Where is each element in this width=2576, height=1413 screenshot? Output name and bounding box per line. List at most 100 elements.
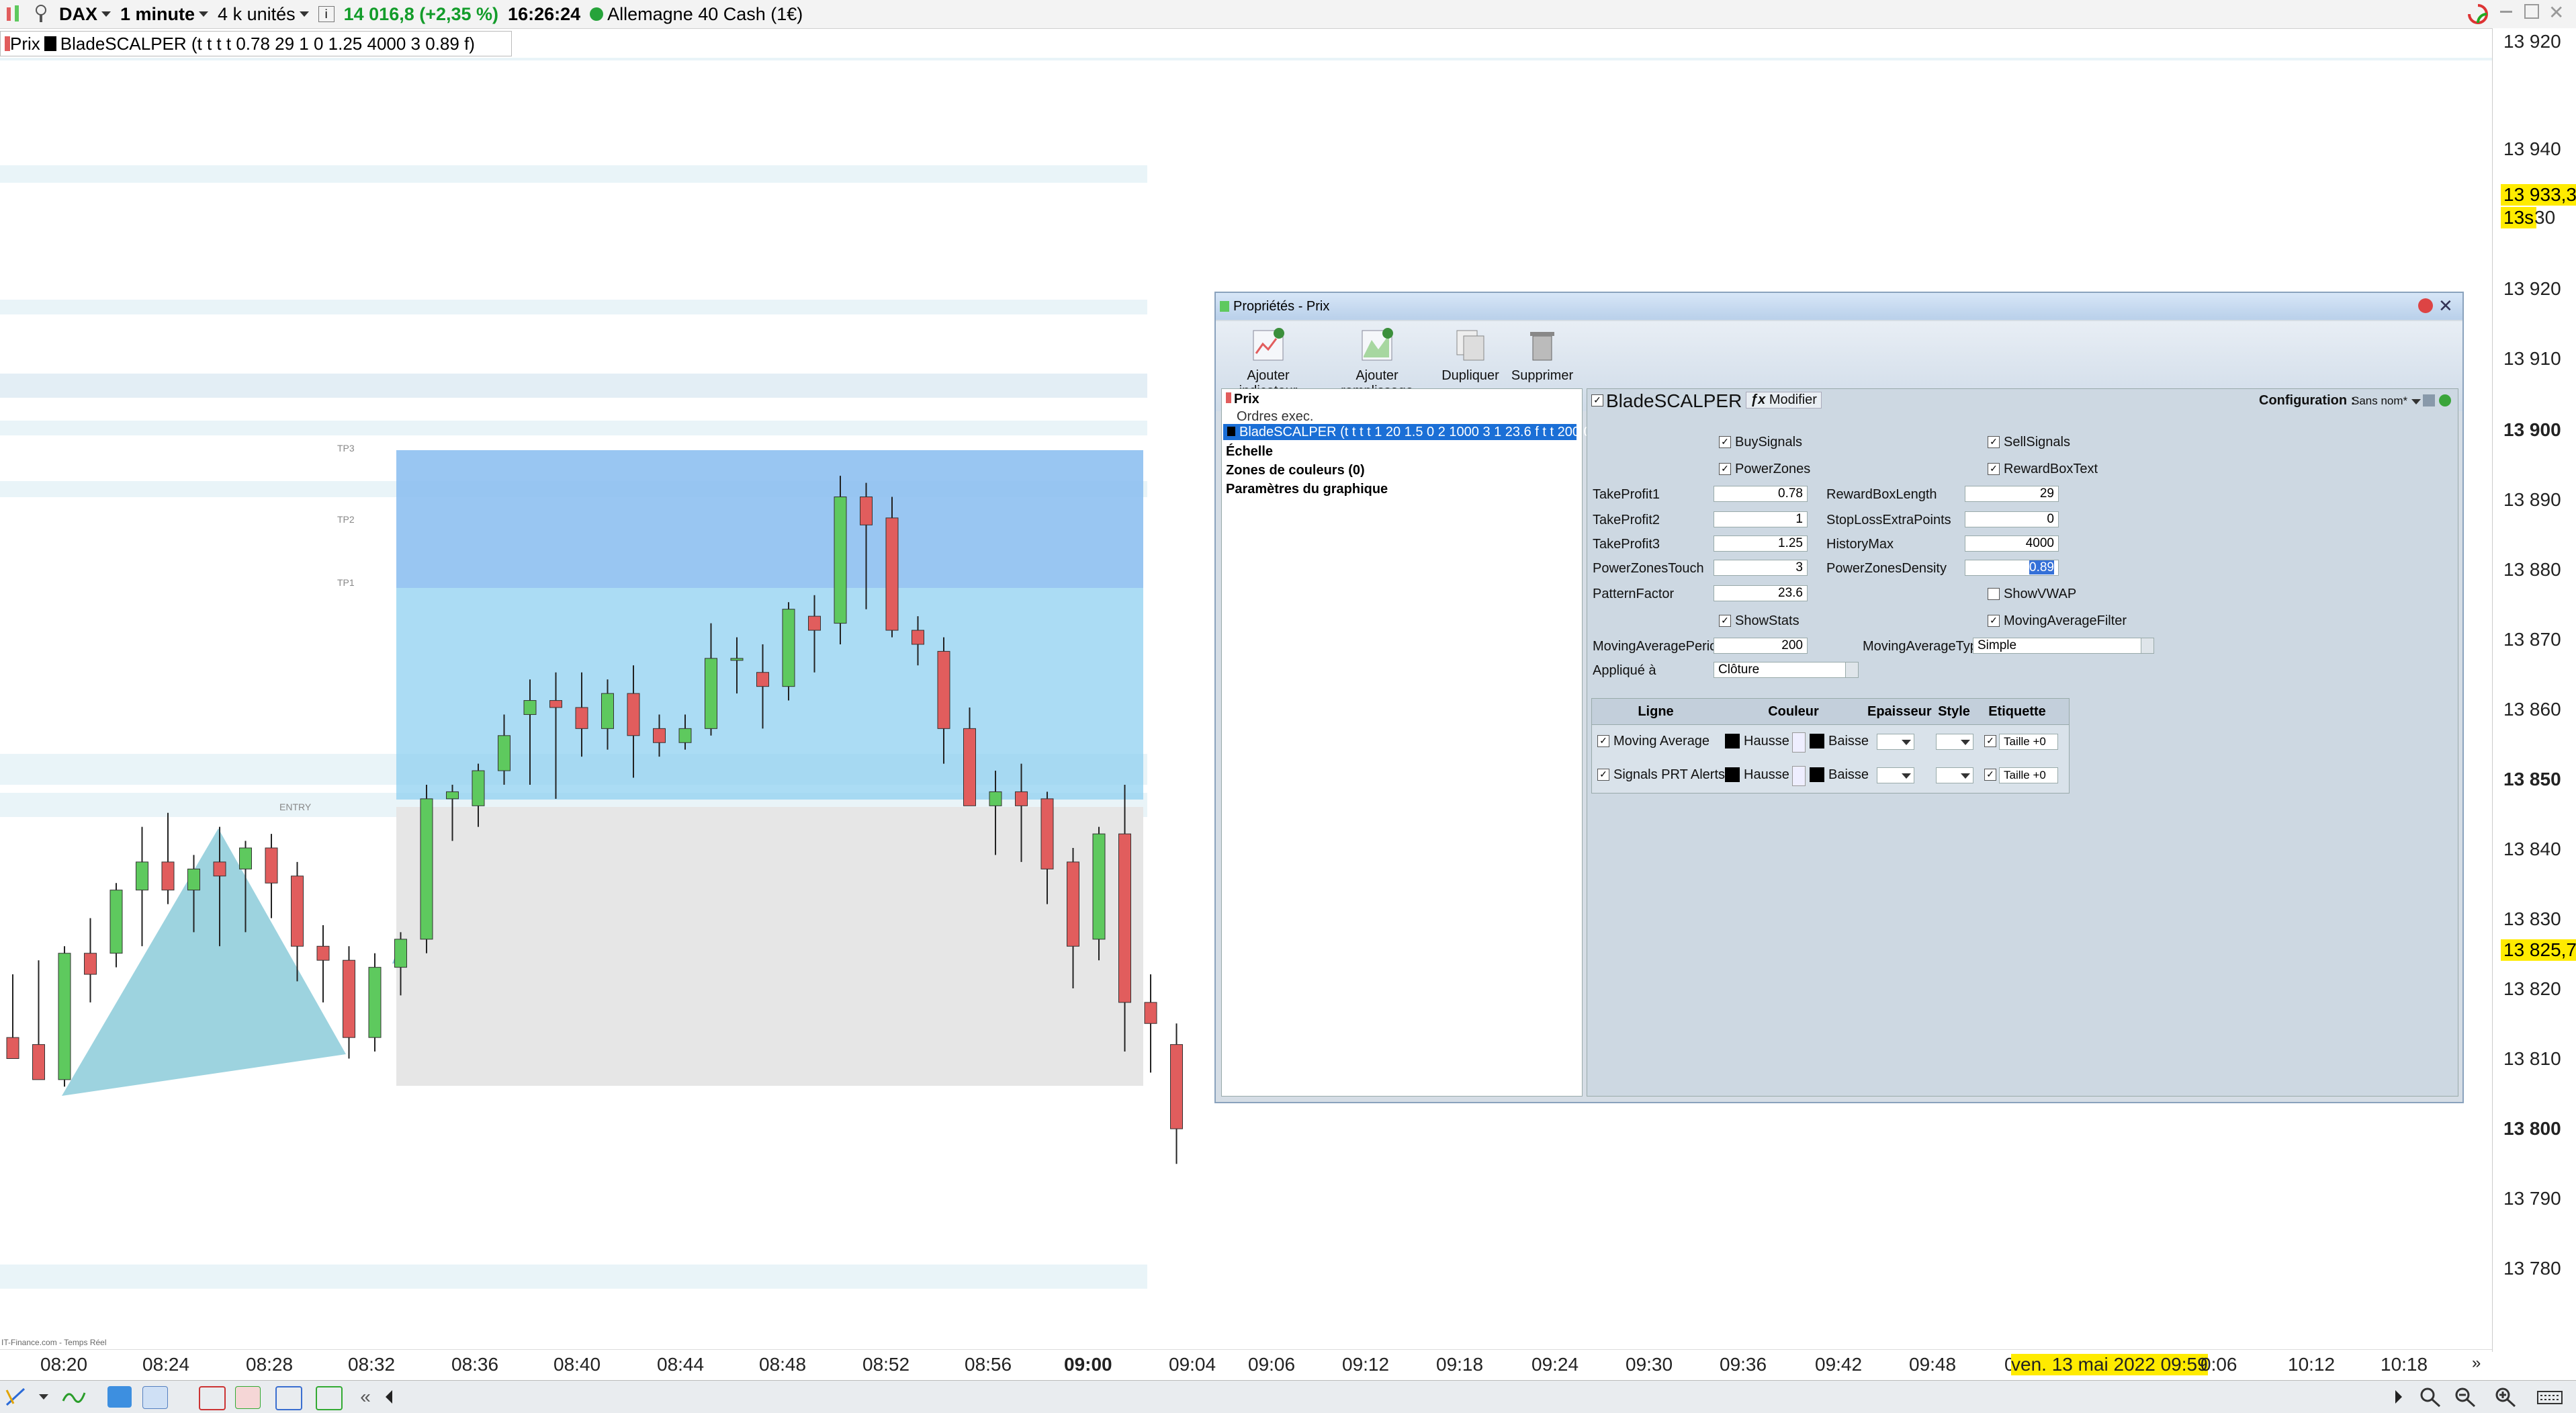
history-max-input[interactable]: 4000 bbox=[1965, 536, 2059, 552]
style-select[interactable] bbox=[1936, 734, 1973, 750]
minimize-icon[interactable] bbox=[2500, 11, 2512, 13]
bearish-candle bbox=[860, 497, 873, 525]
current-price-tag: 13 825,7 bbox=[2501, 939, 2576, 961]
tree-item-chart-params[interactable]: Paramètres du graphique bbox=[1226, 482, 1388, 497]
sell-signals-checkbox[interactable]: ✓ bbox=[1988, 436, 2000, 448]
price-tick: 13 940 bbox=[2503, 138, 2561, 159]
zoom-fit-icon[interactable] bbox=[2418, 1386, 2442, 1408]
style-select[interactable] bbox=[1936, 767, 1973, 783]
time-label: 08:20 bbox=[40, 1354, 88, 1375]
close-icon[interactable]: ✕ bbox=[2548, 1, 2564, 24]
ma-filter-checkbox[interactable]: ✓ bbox=[1988, 615, 2000, 627]
tree-item-orders[interactable]: Ordres exec. bbox=[1237, 409, 1313, 425]
dialog-titlebar[interactable]: Propriétés - Prix ✕ bbox=[1216, 293, 2462, 320]
down-label: Baisse bbox=[1828, 734, 1869, 748]
duplicate-button[interactable]: Dupliquer bbox=[1440, 327, 1501, 384]
bearish-candle bbox=[1144, 1002, 1157, 1024]
buy-signals-checkbox[interactable]: ✓ bbox=[1719, 436, 1731, 448]
save-config-icon[interactable] bbox=[2423, 394, 2435, 406]
price-axis[interactable]: 13 920 13 940 13 933,3 13s 30 13 920 13 … bbox=[2492, 28, 2576, 1352]
tree-item-scale[interactable]: Échelle bbox=[1226, 444, 1273, 460]
chart-type-icon[interactable] bbox=[4, 3, 23, 25]
share-icon[interactable] bbox=[107, 1386, 132, 1408]
time-label: 09:30 bbox=[1626, 1354, 1673, 1375]
properties-dialog[interactable]: Propriétés - Prix ✕ Ajouter indicateur A… bbox=[1214, 292, 2464, 1103]
units-selector[interactable]: 4 k unités bbox=[218, 4, 309, 25]
stop-loss-extra-input[interactable]: 0 bbox=[1965, 511, 2059, 527]
timeframe-selector[interactable]: 1 minute bbox=[120, 4, 209, 25]
pattern-factor-input[interactable]: 23.6 bbox=[1714, 585, 1808, 601]
ma-type-select[interactable]: Simple bbox=[1973, 638, 2154, 654]
draw-line-icon[interactable] bbox=[4, 1386, 28, 1408]
power-zones-density-input[interactable]: 0.89 bbox=[1965, 560, 2059, 576]
tree-item-color-zones[interactable]: Zones de couleurs (0) bbox=[1226, 463, 1365, 478]
down-color-swatch[interactable] bbox=[1810, 734, 1824, 748]
alert-icon[interactable] bbox=[32, 3, 50, 25]
refresh-icon[interactable] bbox=[2467, 3, 2489, 30]
zoom-in-icon[interactable] bbox=[2493, 1386, 2518, 1408]
tree-item-prix[interactable]: Prix bbox=[1226, 392, 1259, 407]
take-profit2-input[interactable]: 1 bbox=[1714, 511, 1808, 527]
scroll-right-arrow-icon[interactable] bbox=[2391, 1386, 2415, 1408]
comment-icon[interactable] bbox=[142, 1386, 168, 1409]
reward-box-length-input[interactable]: 29 bbox=[1965, 486, 2059, 502]
instrument-selector[interactable]: DAX bbox=[59, 4, 112, 25]
prix-label[interactable]: Prix bbox=[10, 34, 40, 54]
price-tick: 13 850 bbox=[2503, 769, 2561, 789]
row-enabled-checkbox[interactable]: ✓ bbox=[1597, 769, 1609, 781]
swap-colors-icon[interactable] bbox=[1792, 766, 1806, 786]
power-zones-touch-input[interactable]: 3 bbox=[1714, 560, 1808, 576]
positions-icon[interactable] bbox=[235, 1386, 261, 1409]
indicator-label[interactable]: BladeSCALPER (t t t t 0.78 29 1 0 1.25 4… bbox=[60, 34, 475, 54]
thickness-select[interactable] bbox=[1877, 767, 1914, 783]
label-checkbox[interactable]: ✓ bbox=[1984, 735, 1996, 747]
row-enabled-checkbox[interactable]: ✓ bbox=[1597, 735, 1609, 747]
thickness-select[interactable] bbox=[1877, 734, 1914, 750]
indicator-enabled-checkbox[interactable]: ✓ bbox=[1591, 394, 1603, 406]
dialog-help-icon[interactable] bbox=[2418, 298, 2433, 313]
up-color-swatch[interactable] bbox=[1725, 767, 1740, 782]
applied-to-select[interactable]: Clôture bbox=[1714, 662, 1859, 678]
reward-box-text-checkbox[interactable]: ✓ bbox=[1988, 463, 2000, 475]
restore-icon[interactable] bbox=[2524, 4, 2539, 19]
time-axis[interactable]: 08:20 08:24 08:28 08:32 08:36 08:40 08:4… bbox=[0, 1349, 2492, 1381]
time-label: 09:12 bbox=[1342, 1354, 1390, 1375]
dialog-close-icon[interactable]: ✕ bbox=[2438, 296, 2453, 316]
ma-period-input[interactable]: 200 bbox=[1714, 638, 1808, 654]
power-zones-checkbox[interactable]: ✓ bbox=[1719, 463, 1731, 475]
price-tick: 13 820 bbox=[2503, 978, 2561, 999]
tree-item-bladescalper[interactable]: BladeSCALPER (t t t t 1 20 1.5 0 2 1000 … bbox=[1223, 424, 1595, 440]
keyboard-icon[interactable] bbox=[2536, 1386, 2563, 1408]
take-profit3-input[interactable]: 1.25 bbox=[1714, 536, 1808, 552]
col-couleur: Couleur bbox=[1768, 704, 1819, 719]
up-color-swatch[interactable] bbox=[1725, 734, 1740, 748]
down-label: Baisse bbox=[1828, 767, 1869, 782]
modify-button[interactable]: ƒx Modifier bbox=[1746, 392, 1822, 409]
zoom-out-icon[interactable] bbox=[2453, 1386, 2477, 1408]
label-checkbox[interactable]: ✓ bbox=[1984, 769, 1996, 781]
scroll-right-icon[interactable]: » bbox=[2472, 1354, 2481, 1373]
add-indicator-icon bbox=[1249, 327, 1287, 364]
config-select[interactable]: Sans nom* bbox=[2352, 394, 2422, 408]
collapse-left-icon[interactable]: « bbox=[353, 1386, 377, 1408]
draw-dropdown-icon[interactable] bbox=[35, 1386, 48, 1408]
info-icon[interactable]: i bbox=[318, 6, 335, 22]
prix-color-icon bbox=[5, 36, 10, 51]
label-size-select[interactable]: Taille +0 bbox=[1999, 734, 2058, 750]
bearish-candle bbox=[343, 959, 355, 1038]
show-stats-checkbox[interactable]: ✓ bbox=[1719, 615, 1731, 627]
row-name: Signals PRT Alerts bbox=[1613, 767, 1726, 782]
down-color-swatch[interactable] bbox=[1810, 767, 1824, 782]
indicator-strip[interactable]: Prix BladeSCALPER (t t t t 0.78 29 1 0 1… bbox=[0, 31, 512, 56]
delete-button[interactable]: Supprimer bbox=[1509, 327, 1576, 384]
backtest-icon[interactable] bbox=[316, 1386, 343, 1410]
swap-colors-icon[interactable] bbox=[1792, 732, 1806, 753]
show-vwap-checkbox[interactable] bbox=[1988, 588, 2000, 600]
indicator-icon[interactable] bbox=[62, 1386, 86, 1408]
take-profit1-input[interactable]: 0.78 bbox=[1714, 486, 1808, 502]
order-list-icon[interactable] bbox=[199, 1386, 226, 1410]
add-config-icon[interactable] bbox=[2439, 394, 2451, 406]
scroll-left-icon[interactable] bbox=[383, 1386, 407, 1408]
screener-icon[interactable] bbox=[275, 1386, 302, 1410]
label-size-select[interactable]: Taille +0 bbox=[1999, 767, 2058, 783]
